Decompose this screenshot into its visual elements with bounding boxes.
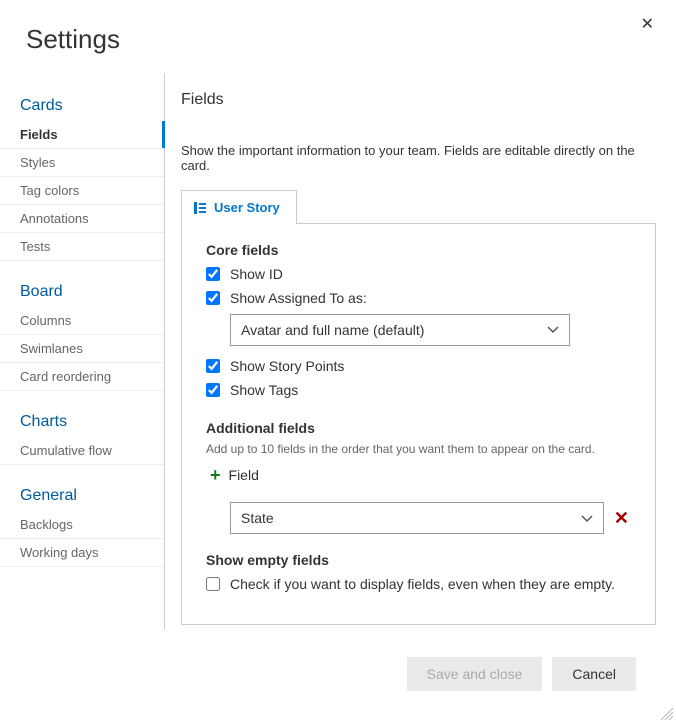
show-id-label: Show ID xyxy=(230,266,283,282)
user-story-icon xyxy=(194,202,206,214)
assigned-to-value: Avatar and full name (default) xyxy=(241,322,424,338)
field-dropdown-value: State xyxy=(241,510,274,526)
field-dropdown[interactable]: State xyxy=(230,502,604,534)
sidebar-item-label: Tests xyxy=(20,239,50,254)
assigned-to-label: Show Assigned To as: xyxy=(230,290,367,306)
sidebar-item-label: Tag colors xyxy=(20,183,79,198)
sidebar-item-label: Working days xyxy=(20,545,99,560)
sidebar: Cards Fields Styles Tag colors Annotatio… xyxy=(0,73,165,629)
show-tags-label: Show Tags xyxy=(230,382,298,398)
sidebar-item-columns[interactable]: Columns xyxy=(0,307,164,335)
additional-fields-subtext: Add up to 10 fields in the order that yo… xyxy=(206,442,631,456)
add-field-label: Field xyxy=(229,467,259,483)
save-and-close-button[interactable]: Save and close xyxy=(407,657,543,691)
sidebar-item-fields[interactable]: Fields xyxy=(0,121,164,149)
sidebar-item-label: Fields xyxy=(20,127,58,142)
sidebar-item-label: Swimlanes xyxy=(20,341,83,356)
sidebar-item-label: Annotations xyxy=(20,211,89,226)
sidebar-group-board: Board xyxy=(0,277,164,307)
plus-icon: + xyxy=(210,466,221,484)
empty-fields-checkbox[interactable] xyxy=(206,577,220,591)
core-fields-heading: Core fields xyxy=(206,242,631,258)
sidebar-group-charts: Charts xyxy=(0,407,164,437)
story-points-checkbox[interactable] xyxy=(206,359,220,373)
sidebar-item-working-days[interactable]: Working days xyxy=(0,539,164,567)
x-icon: ✕ xyxy=(614,508,629,528)
empty-fields-label: Check if you want to display fields, eve… xyxy=(230,576,615,592)
assigned-to-dropdown[interactable]: Avatar and full name (default) xyxy=(230,314,570,346)
close-button[interactable]: ✕ xyxy=(637,10,658,38)
show-tags-checkbox[interactable] xyxy=(206,383,220,397)
tab-label: User Story xyxy=(214,200,280,215)
sidebar-group-general: General xyxy=(0,481,164,511)
tab-bar: User Story xyxy=(181,189,656,224)
sidebar-item-label: Columns xyxy=(20,313,71,328)
chevron-down-icon xyxy=(547,323,559,337)
dialog-footer: Save and close Cancel xyxy=(407,657,636,691)
sidebar-item-swimlanes[interactable]: Swimlanes xyxy=(0,335,164,363)
close-icon: ✕ xyxy=(641,16,654,33)
add-field-button[interactable]: + Field xyxy=(210,466,631,484)
page-title: Settings xyxy=(0,0,676,73)
show-id-checkbox[interactable] xyxy=(206,267,220,281)
sidebar-item-label: Styles xyxy=(20,155,55,170)
sidebar-item-card-reordering[interactable]: Card reordering xyxy=(0,363,164,391)
story-points-label: Show Story Points xyxy=(230,358,344,374)
sidebar-item-styles[interactable]: Styles xyxy=(0,149,164,177)
sidebar-group-cards: Cards xyxy=(0,91,164,121)
remove-field-button[interactable]: ✕ xyxy=(612,509,631,527)
main-heading: Fields xyxy=(181,91,656,109)
sidebar-item-backlogs[interactable]: Backlogs xyxy=(0,511,164,539)
tab-user-story[interactable]: User Story xyxy=(181,190,297,224)
additional-fields-heading: Additional fields xyxy=(206,420,631,436)
sidebar-item-tag-colors[interactable]: Tag colors xyxy=(0,177,164,205)
main-panel: Fields Show the important information to… xyxy=(165,73,676,629)
sidebar-item-annotations[interactable]: Annotations xyxy=(0,205,164,233)
main-description: Show the important information to your t… xyxy=(181,143,656,173)
sidebar-item-tests[interactable]: Tests xyxy=(0,233,164,261)
empty-fields-heading: Show empty fields xyxy=(206,552,631,568)
tab-content: Core fields Show ID Show Assigned To as:… xyxy=(181,224,656,625)
sidebar-item-label: Cumulative flow xyxy=(20,443,112,458)
resize-grip-icon[interactable] xyxy=(660,707,674,721)
sidebar-item-cumulative-flow[interactable]: Cumulative flow xyxy=(0,437,164,465)
chevron-down-icon xyxy=(581,510,593,526)
cancel-button[interactable]: Cancel xyxy=(552,657,636,691)
sidebar-item-label: Backlogs xyxy=(20,517,73,532)
sidebar-item-label: Card reordering xyxy=(20,369,111,384)
assigned-to-checkbox[interactable] xyxy=(206,291,220,305)
